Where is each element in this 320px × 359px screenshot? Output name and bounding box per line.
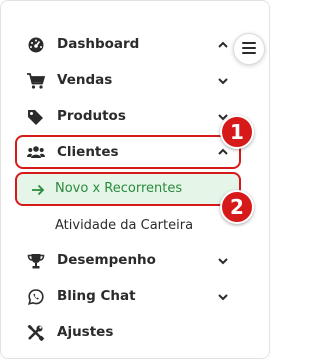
sidebar-item-dashboard[interactable]: Dashboard: [15, 28, 241, 62]
tag-icon: [27, 109, 45, 125]
sidebar-item-desempenho[interactable]: Desempenho: [15, 244, 241, 278]
shopping-cart-icon: [27, 73, 45, 89]
sidebar-item-label: Produtos: [57, 108, 126, 124]
sidebar-item-label: Ajustes: [57, 324, 114, 340]
whatsapp-icon: [27, 289, 45, 305]
sidebar-item-label: Dashboard: [57, 36, 140, 52]
chevron-down-icon: [217, 255, 229, 267]
chevron-down-icon: [217, 75, 229, 87]
sidebar-panel: Dashboard Vendas Produtos Clientes Novo …: [0, 0, 270, 359]
sidebar-item-label: Desempenho: [57, 252, 156, 268]
sidebar-item-bling-chat[interactable]: Bling Chat: [15, 280, 241, 314]
annotation-badge-1: 1: [220, 115, 254, 149]
sidebar-item-label: Clientes: [57, 144, 119, 160]
submenu-item-label: Novo x Recorrentes: [55, 181, 183, 196]
arrow-right-icon: [31, 184, 45, 196]
users-icon: [27, 144, 45, 160]
sidebar-item-ajustes[interactable]: Ajustes: [15, 316, 241, 350]
sidebar-item-clientes[interactable]: Clientes: [15, 135, 241, 169]
hamburger-icon: [241, 40, 257, 59]
dashboard-gauge-icon: [27, 37, 45, 53]
submenu-item-novo-x-recorrentes[interactable]: Novo x Recorrentes: [15, 172, 241, 206]
chevron-up-icon: [217, 39, 229, 51]
sidebar-item-produtos[interactable]: Produtos: [15, 100, 241, 134]
annotation-badge-2: 2: [220, 190, 254, 224]
chevron-up-icon: [217, 146, 229, 158]
trophy-icon: [27, 253, 45, 269]
sidebar-item-label: Vendas: [57, 72, 113, 88]
chevron-down-icon: [217, 291, 229, 303]
submenu-item-atividade-da-carteira[interactable]: Atividade da Carteira: [15, 209, 241, 243]
sidebar-item-label: Bling Chat: [57, 288, 136, 304]
sidebar-item-vendas[interactable]: Vendas: [15, 64, 241, 98]
menu-toggle-button[interactable]: [233, 33, 265, 65]
tools-icon: [27, 325, 45, 341]
submenu-item-label: Atividade da Carteira: [55, 218, 194, 233]
